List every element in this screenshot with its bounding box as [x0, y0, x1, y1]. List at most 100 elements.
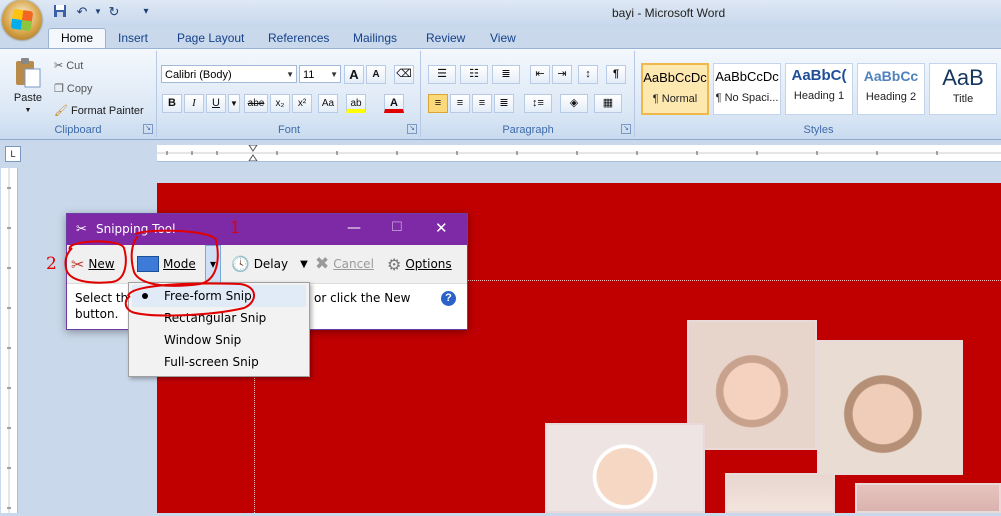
format-painter-label: Format Painter	[70, 104, 144, 117]
tab-view[interactable]: View	[478, 29, 528, 48]
clipboard-group-label: Clipboard	[54, 124, 102, 136]
options-button[interactable]: ⚙ Options	[387, 245, 452, 283]
font-name-combo[interactable]: Calibri (Body) ▼	[161, 65, 297, 83]
style-normal[interactable]: AaBbCcDc ¶ Normal	[641, 63, 709, 115]
tab-home[interactable]: Home	[48, 28, 107, 48]
selected-bullet-icon	[142, 293, 148, 299]
paintbrush-icon: 🖌	[54, 105, 68, 117]
borders-button[interactable]: ▦	[594, 94, 622, 113]
menu-item-window-snip[interactable]: Window Snip	[132, 329, 306, 351]
tab-page-layout[interactable]: Page Layout	[165, 29, 256, 48]
mode-dropdown-icon[interactable]: ▾	[205, 245, 221, 283]
baby-photo[interactable]	[855, 483, 1001, 513]
snipping-tool-title-bar[interactable]: ✂ Snipping Tool — ☐ ✕	[67, 214, 467, 245]
tab-references[interactable]: References	[256, 29, 341, 48]
delay-label: Delay	[253, 257, 289, 271]
options-label: Options	[405, 257, 452, 271]
baby-photo[interactable]	[817, 340, 963, 475]
clear-formatting-icon: ⌫	[396, 68, 412, 80]
redo-icon[interactable]: ↻	[106, 4, 122, 20]
subscript-button[interactable]: x₂	[270, 94, 290, 113]
bullets-button[interactable]: ☰	[428, 65, 456, 84]
underline-button[interactable]: U	[206, 94, 226, 113]
baby-photo[interactable]	[545, 423, 705, 513]
clipboard-launcher-icon[interactable]: ↘	[143, 124, 153, 134]
style-heading-1[interactable]: AaBbC(Heading 1	[785, 63, 853, 115]
font-launcher-icon[interactable]: ↘	[407, 124, 417, 134]
help-icon[interactable]: ?	[441, 291, 456, 306]
clear-formatting-button[interactable]: ⌫	[394, 65, 414, 84]
menu-item-full-screen-snip[interactable]: Full-screen Snip	[132, 351, 306, 373]
style-no-spacing[interactable]: AaBbCcDc ¶ No Spaci...	[713, 63, 781, 115]
justify-button[interactable]: ≣	[494, 94, 514, 113]
delay-dropdown-icon[interactable]: ▼	[300, 259, 308, 270]
font-size-combo[interactable]: 11 ▼	[299, 65, 341, 83]
minimize-icon[interactable]: —	[347, 220, 361, 236]
highlight-button[interactable]: ab	[346, 94, 366, 113]
baby-photo[interactable]	[725, 473, 835, 513]
grow-font-button[interactable]: A	[344, 65, 364, 84]
font-group-label: Font	[277, 124, 300, 136]
align-right-button[interactable]: ≡	[472, 94, 492, 113]
save-icon[interactable]	[52, 4, 68, 20]
decrease-indent-icon: ⇤	[535, 68, 545, 80]
office-button[interactable]	[2, 0, 42, 40]
office-logo-icon	[10, 8, 34, 32]
sort-icon: ↕	[585, 68, 591, 80]
tab-insert[interactable]: Insert	[106, 29, 160, 48]
show-formatting-button[interactable]: ¶	[606, 65, 626, 84]
menu-item-free-form-snip[interactable]: Free-form Snip	[132, 285, 306, 307]
paste-button[interactable]: Paste ▼	[10, 57, 46, 119]
shading-button[interactable]: ◈	[560, 94, 588, 113]
close-icon[interactable]: ✕	[435, 219, 448, 237]
bullets-icon: ☰	[437, 68, 447, 80]
format-painter-button[interactable]: 🖌 Format Painter	[54, 104, 144, 118]
italic-button[interactable]: I	[184, 94, 204, 113]
instructions-text-left: Select the	[75, 291, 136, 305]
line-spacing-icon: ↕≡	[532, 97, 544, 109]
font-name-dropdown-icon[interactable]: ▼	[286, 66, 294, 84]
copy-button[interactable]: ❐ Copy	[54, 82, 93, 96]
decrease-indent-button[interactable]: ⇤	[530, 65, 550, 84]
mode-icon	[137, 256, 159, 272]
superscript-button[interactable]: x²	[292, 94, 312, 113]
sort-button[interactable]: ↕	[578, 65, 598, 84]
align-center-button[interactable]: ≡	[450, 94, 470, 113]
numbering-button[interactable]: ☷	[460, 65, 488, 84]
text-effects-button[interactable]: Aa	[318, 94, 338, 113]
cut-label: Cut	[66, 59, 84, 72]
horizontal-ruler[interactable]	[157, 144, 1001, 162]
font-size-dropdown-icon[interactable]: ▼	[330, 66, 338, 84]
cut-button[interactable]: ✂ Cut	[54, 59, 84, 73]
scissors-icon: ✂	[76, 222, 87, 237]
strikethrough-button[interactable]: abe	[244, 94, 268, 113]
paste-dropdown-icon[interactable]: ▼	[25, 107, 32, 114]
multilevel-list-button[interactable]: ≣	[492, 65, 520, 84]
increase-indent-button[interactable]: ⇥	[552, 65, 572, 84]
font-group: Calibri (Body) ▼ 11 ▼ A A ⌫ B I U ▼ abe x₂…	[158, 51, 421, 137]
new-snip-button[interactable]: ✂ New	[71, 245, 115, 283]
mode-button[interactable]: Mode	[137, 245, 196, 283]
vertical-ruler[interactable]	[1, 168, 18, 513]
delay-button[interactable]: 🕓 Delay ▼	[231, 245, 308, 283]
paragraph-launcher-icon[interactable]: ↘	[621, 124, 631, 134]
customize-qat-icon[interactable]: ▾	[138, 4, 154, 20]
tab-mailings[interactable]: Mailings	[341, 29, 409, 48]
bold-button[interactable]: B	[162, 94, 182, 113]
copy-icon: ❐	[54, 83, 64, 95]
undo-icon[interactable]: ↶	[74, 4, 90, 20]
underline-dropdown-icon[interactable]: ▼	[228, 94, 240, 113]
style-preview: AaBbCcDc	[643, 70, 707, 85]
shrink-font-button[interactable]: A	[366, 65, 386, 84]
styles-group: AaBbCcDc ¶ Normal AaBbCcDc ¶ No Spaci... A…	[636, 51, 1001, 137]
undo-dropdown-icon[interactable]: ▼	[90, 4, 106, 20]
align-left-button[interactable]: ≡	[428, 94, 448, 113]
style-title[interactable]: AaB Title	[929, 63, 997, 115]
baby-photo[interactable]	[687, 320, 817, 450]
line-spacing-button[interactable]: ↕≡	[524, 94, 552, 113]
style-heading-2[interactable]: AaBbCc Heading 2	[857, 63, 925, 115]
menu-item-rectangular-snip[interactable]: Rectangular Snip	[132, 307, 306, 329]
tab-review[interactable]: Review	[414, 29, 477, 48]
tab-selector-icon[interactable]: L	[5, 146, 21, 162]
font-color-button[interactable]: A	[384, 94, 404, 113]
